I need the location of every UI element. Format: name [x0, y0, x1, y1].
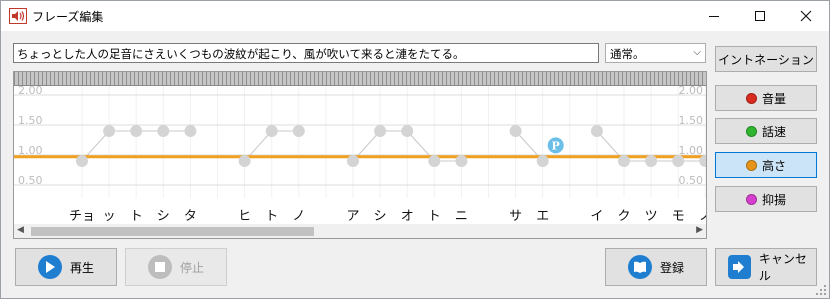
book-icon — [628, 255, 652, 279]
mora-label: ツ — [645, 209, 658, 224]
minimize-icon — [709, 16, 719, 17]
pitch-point — [76, 155, 88, 167]
play-label: 再生 — [70, 260, 95, 275]
pitch-editor[interactable]: 2.00 2.00 1.50 1.50 1.00 1.00 0.50 0.50 P チョットシタヒ… — [13, 71, 707, 237]
phrase-marker-label: P — [552, 139, 560, 152]
scroll-left-icon[interactable]: ◀ — [17, 225, 24, 235]
mode-dropdown[interactable]: 通常。 ⌵ — [605, 43, 706, 63]
mode-selected-value: 通常。 — [610, 47, 645, 61]
mora-label: オ — [401, 209, 414, 224]
cancel-button[interactable]: キャンセル — [715, 248, 817, 286]
volume-button[interactable]: 音量 — [715, 85, 817, 111]
mora-label: ノ — [292, 209, 305, 224]
speaker-app-icon — [9, 8, 27, 24]
pitch-point — [265, 125, 278, 137]
minimize-button[interactable] — [691, 1, 737, 31]
mora-label: ッ — [103, 209, 116, 224]
play-icon — [38, 255, 62, 279]
mora-label: ト — [130, 209, 143, 224]
stop-button[interactable]: 停止 — [125, 248, 227, 286]
horizontal-scrollbar[interactable]: ◀ ▶ — [13, 224, 707, 239]
side-button-label: 抑揚 — [761, 192, 786, 207]
y-tick-label-right: 1.00 — [679, 144, 704, 157]
resize-grip-icon[interactable] — [815, 284, 827, 296]
y-tick-label-left: 1.00 — [18, 144, 43, 157]
color-dot-icon — [745, 193, 757, 205]
stop-label: 停止 — [180, 260, 205, 275]
pitch-point — [347, 155, 359, 167]
mora-label: ニ — [455, 209, 468, 224]
mora-label: タ — [184, 209, 197, 224]
pitch-point — [401, 125, 414, 137]
pitch-point — [618, 155, 630, 167]
side-button-label: イントネーション — [718, 52, 814, 67]
mora-label: ノ — [699, 209, 706, 224]
mora-label: サ — [509, 209, 522, 224]
pitch-point — [184, 125, 197, 137]
mora-label: シ — [157, 209, 170, 224]
pitch-point — [536, 155, 549, 167]
side-button-label: 音量 — [761, 91, 786, 106]
mora-label: ク — [617, 209, 630, 224]
register-label: 登録 — [660, 260, 685, 275]
pitch-button[interactable]: 高さ — [715, 152, 817, 178]
pitch-point — [455, 155, 468, 167]
pitch-chart[interactable]: 2.00 2.001.50 1.501.00 1.000.50 0.50Pチョットシタヒ… — [14, 86, 706, 236]
y-tick-label-right: 2.00 — [679, 86, 704, 97]
pitch-point — [157, 125, 170, 137]
pitch-point — [292, 125, 305, 137]
pitch-point — [672, 155, 685, 167]
side-button-label: 話速 — [761, 124, 786, 139]
accent-button[interactable]: 抑揚 — [715, 186, 817, 212]
register-button[interactable]: 登録 — [605, 248, 707, 286]
title-bar: フレーズ編集 — [1, 1, 829, 31]
timeline-ruler — [14, 72, 706, 86]
y-tick-label-right: 0.50 — [679, 174, 704, 187]
mora-label: エ — [536, 209, 549, 224]
pitch-point — [590, 125, 603, 137]
side-button-label: 高さ — [761, 158, 786, 173]
pitch-point — [238, 155, 251, 167]
pitch-point — [130, 125, 143, 137]
mora-label: チョ — [69, 209, 95, 224]
mora-label: ト — [265, 209, 278, 224]
phrase-text-field[interactable]: ちょっとした人の足音にさえいくつもの波紋が起こり、風が吹いて来ると漣をたてる。 — [13, 43, 599, 63]
pitch-point — [645, 155, 658, 167]
mora-label: ト — [428, 209, 441, 224]
mora-label: シ — [374, 209, 387, 224]
scrollbar-thumb[interactable] — [31, 227, 314, 236]
chevron-down-icon: ⌵ — [693, 47, 701, 58]
y-tick-label-left: 2.00 — [18, 86, 43, 97]
pitch-point — [428, 155, 441, 167]
color-dot-icon — [745, 92, 757, 104]
speed-button[interactable]: 話速 — [715, 118, 817, 144]
maximize-button[interactable] — [737, 1, 783, 31]
scroll-right-icon[interactable]: ▶ — [696, 225, 703, 235]
pitch-point — [103, 125, 116, 137]
intonation-button[interactable]: イントネーション — [715, 46, 817, 72]
maximize-icon — [755, 11, 765, 21]
cancel-label: キャンセル — [758, 252, 807, 283]
y-tick-label-right: 1.50 — [679, 114, 704, 127]
close-icon — [800, 10, 812, 22]
y-tick-label-left: 1.50 — [18, 114, 43, 127]
mora-label: ア — [346, 209, 359, 224]
color-dot-icon — [745, 125, 757, 137]
color-dot-icon — [745, 159, 757, 171]
phrase-edit-window: フレーズ編集 ちょっとした人の足音にさえいくつもの波紋が起こり、風が吹いて来ると… — [0, 0, 830, 299]
mora-label: モ — [672, 209, 685, 224]
y-tick-label-left: 0.50 — [18, 174, 43, 187]
exit-icon — [728, 255, 751, 279]
stop-icon — [148, 255, 172, 279]
mora-label: イ — [590, 209, 603, 224]
close-button[interactable] — [783, 1, 829, 31]
window-title: フレーズ編集 — [32, 10, 104, 24]
pitch-point — [374, 125, 387, 137]
mora-label: ヒ — [238, 209, 251, 224]
pitch-point — [509, 125, 522, 137]
play-button[interactable]: 再生 — [15, 248, 117, 286]
